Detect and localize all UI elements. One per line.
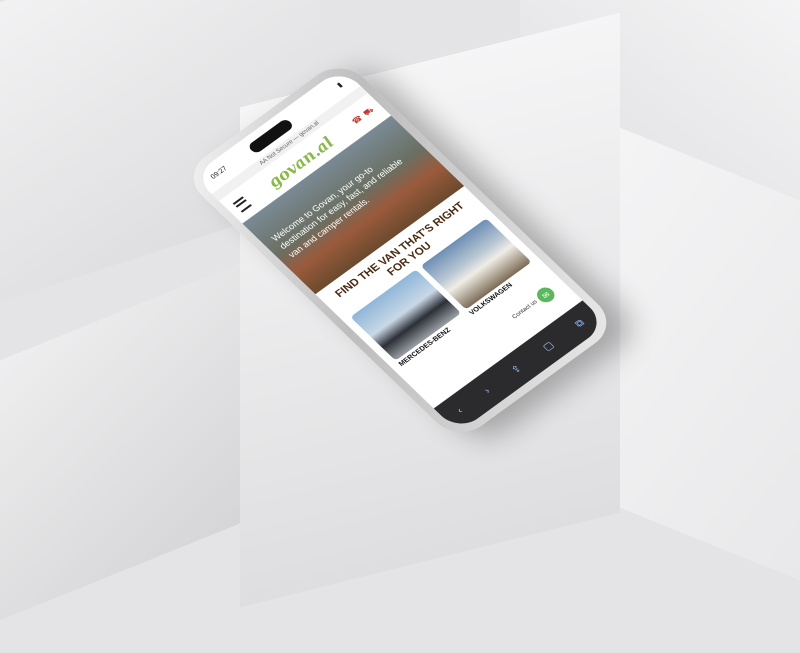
background-block (0, 247, 280, 653)
bookmarks-icon[interactable]: ▢ (540, 340, 556, 353)
status-time: 09:27 (209, 165, 229, 181)
battery-icon: ▮ (335, 81, 345, 89)
forward-icon[interactable]: › (482, 386, 493, 396)
contact-label[interactable]: Contact us (511, 299, 539, 320)
back-icon[interactable]: ‹ (454, 406, 465, 416)
share-icon[interactable]: ⇪ (509, 363, 524, 376)
phone-icon[interactable]: ☎ (350, 114, 365, 127)
hamburger-menu-icon[interactable] (232, 196, 252, 213)
contact-widget[interactable]: Contact us ✉ (508, 284, 559, 324)
header-icons: ☎ ⛟ (350, 105, 377, 126)
truck-icon[interactable]: ⛟ (361, 105, 376, 118)
tabs-icon[interactable]: ⧉ (573, 317, 587, 329)
